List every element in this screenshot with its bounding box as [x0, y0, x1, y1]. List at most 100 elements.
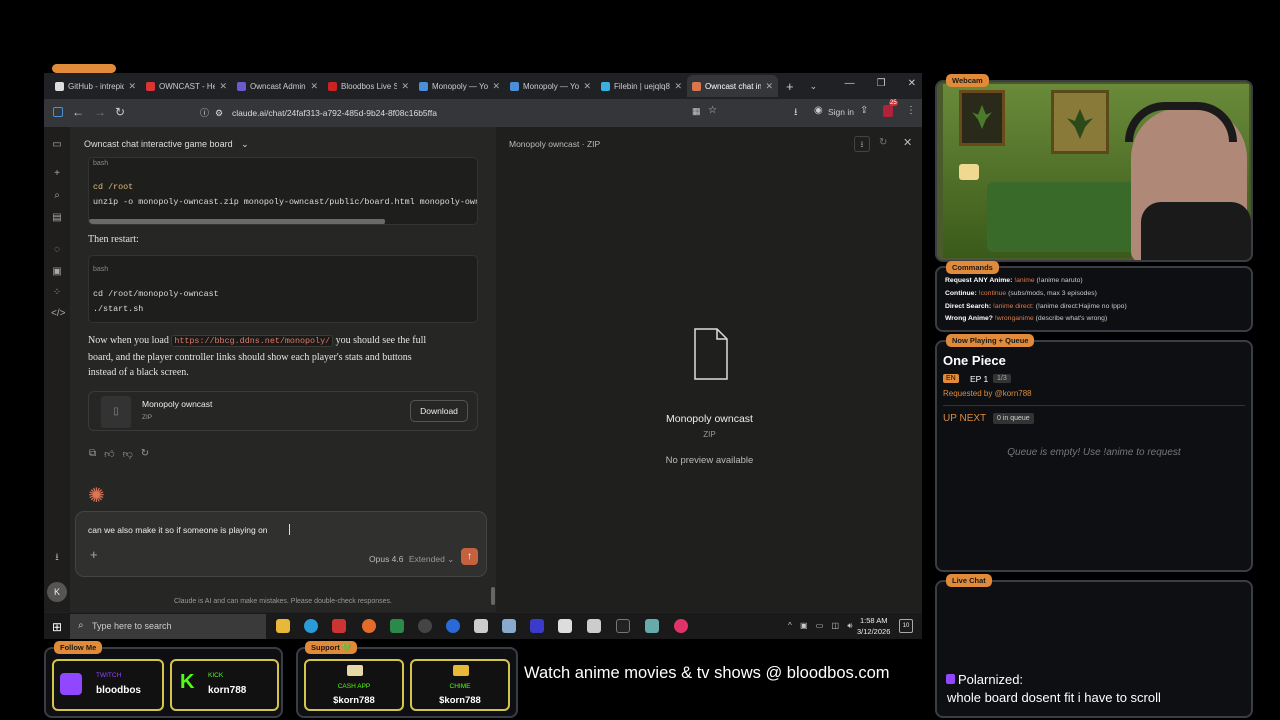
- apps-icon[interactable]: ⁘: [51, 287, 63, 299]
- search-icon[interactable]: ⌕: [51, 190, 63, 202]
- terminal-icon[interactable]: [616, 619, 630, 633]
- url-field[interactable]: ⓘ ⚙ claude.ai/chat/24faf313-a792-485d-9b…: [194, 105, 684, 122]
- browser-tab[interactable]: Owncast chat inter✕: [687, 75, 778, 97]
- tab-favicon-icon: [601, 81, 610, 91]
- link-code[interactable]: https://bbcg.ddns.net/monopoly/: [171, 335, 334, 347]
- browser-tab[interactable]: Monopoly — Your✕: [505, 75, 596, 97]
- app-icon[interactable]: [332, 619, 346, 633]
- app-icon[interactable]: [474, 619, 488, 633]
- tab-title: OWNCAST - Hetzne: [159, 81, 216, 91]
- browser-tab[interactable]: Owncast Admin ✕: [232, 75, 323, 97]
- obs-icon[interactable]: [418, 619, 432, 633]
- model-mode: Extended: [408, 554, 445, 564]
- vertical-scrollbar[interactable]: [491, 587, 495, 605]
- tray-icons[interactable]: ^ ▣ ▭ ◫ 🔊︎: [788, 621, 855, 631]
- notification-badge[interactable]: 10: [899, 619, 913, 633]
- follow-panel: TWITCH bloodbos K KICK korn788: [44, 647, 283, 718]
- firefox-icon[interactable]: [362, 619, 376, 633]
- command-label: Continue:: [945, 289, 977, 297]
- download-app-icon[interactable]: ⭳: [51, 552, 63, 564]
- chat-title-dropdown[interactable]: Owncast chat interactive game board ⌄: [84, 139, 249, 150]
- bookmark-star-icon[interactable]: ☆: [708, 105, 717, 116]
- browser-tab[interactable]: OWNCAST - Hetzne✕: [141, 75, 232, 97]
- cashapp-card[interactable]: CASH APP $korn788: [304, 659, 404, 711]
- close-tab-icon[interactable]: ✕: [310, 81, 318, 92]
- refresh-icon[interactable]: ↻: [879, 137, 887, 148]
- chats-icon[interactable]: ◌: [51, 244, 63, 256]
- forward-icon[interactable]: →: [94, 105, 106, 119]
- copy-icon[interactable]: ⧉: [89, 448, 96, 460]
- share-icon[interactable]: ⇪: [860, 105, 868, 116]
- retry-icon[interactable]: ↻: [141, 448, 149, 460]
- menu-icon[interactable]: ⋮: [906, 105, 916, 116]
- projects-icon[interactable]: ▤: [51, 212, 63, 224]
- chat-input-text[interactable]: can we also make it so if someone is pla…: [88, 525, 268, 535]
- tab-list-chevron-icon[interactable]: ⌄: [810, 81, 818, 92]
- app-icon[interactable]: [446, 619, 460, 633]
- app-icon[interactable]: [530, 619, 544, 633]
- download-icon[interactable]: ⭳: [854, 136, 870, 152]
- user-avatar[interactable]: K: [47, 582, 67, 602]
- browser-tab[interactable]: Monopoly — Your✕: [414, 75, 505, 97]
- code-icon[interactable]: </>: [51, 308, 65, 320]
- sidebar-toggle-icon[interactable]: [53, 107, 63, 117]
- new-chat-icon[interactable]: +: [51, 168, 63, 180]
- close-artifact-icon[interactable]: ✕: [903, 136, 912, 149]
- close-tab-icon[interactable]: ✕: [128, 81, 136, 92]
- close-tab-icon[interactable]: ✕: [219, 81, 227, 92]
- app-icon[interactable]: [502, 619, 516, 633]
- file-attachment-card[interactable]: ▯ Monopoly owncast ZIP Download: [88, 391, 478, 431]
- command-row: Wrong Anime? !wronganime (describe what'…: [945, 315, 1107, 322]
- twitch-card[interactable]: TWITCH bloodbos: [52, 659, 164, 711]
- close-tab-icon[interactable]: ✕: [583, 81, 591, 92]
- browser-tab[interactable]: Filebin | uejqlq8mz ✕: [596, 75, 687, 97]
- reload-icon[interactable]: ↻: [115, 105, 125, 119]
- close-tab-icon[interactable]: ✕: [492, 81, 500, 92]
- app-icon[interactable]: [587, 619, 601, 633]
- windows-start-icon[interactable]: ⊞: [52, 620, 62, 634]
- translate-icon[interactable]: ▦: [692, 106, 701, 117]
- chime-card[interactable]: CHIME $korn788: [410, 659, 510, 711]
- send-button[interactable]: ↑: [461, 548, 478, 565]
- horizontal-scrollbar[interactable]: [89, 219, 385, 224]
- settings-icon[interactable]: ⚙: [215, 105, 223, 122]
- file-explorer-icon[interactable]: [276, 619, 290, 633]
- new-tab-icon[interactable]: +: [786, 79, 794, 94]
- minimize-icon[interactable]: —: [845, 78, 855, 89]
- close-window-icon[interactable]: ✕: [908, 78, 916, 89]
- artifacts-icon[interactable]: ▣: [51, 266, 63, 278]
- now-playing-tag: Now Playing + Queue: [946, 334, 1035, 347]
- chat-input-box[interactable]: can we also make it so if someone is pla…: [75, 511, 487, 577]
- app-icon[interactable]: [674, 619, 688, 633]
- sign-in-button[interactable]: Sign in: [828, 107, 854, 117]
- downloads-icon[interactable]: ⭳: [794, 105, 798, 122]
- close-tab-icon[interactable]: ✕: [401, 81, 409, 92]
- restore-icon[interactable]: ❐: [877, 78, 886, 89]
- extension-icon[interactable]: [883, 105, 893, 117]
- back-icon[interactable]: ←: [72, 105, 84, 119]
- kick-card[interactable]: K KICK korn788: [170, 659, 279, 711]
- episode-progress: 1/3: [993, 374, 1011, 383]
- attach-plus-icon[interactable]: +: [90, 547, 98, 562]
- site-info-icon[interactable]: ⓘ: [200, 105, 209, 122]
- edge-icon[interactable]: [304, 619, 318, 633]
- tab-favicon-icon: [55, 81, 64, 91]
- app-icon[interactable]: [390, 619, 404, 633]
- code-line: ./start.sh: [93, 304, 144, 314]
- taskbar-search-box[interactable]: ⌕ Type here to search: [70, 614, 266, 639]
- download-button[interactable]: Download: [410, 400, 468, 422]
- sidebar-icon[interactable]: ▭: [51, 139, 63, 151]
- poster-image: [959, 90, 1005, 146]
- hoodie-image: [1141, 202, 1251, 260]
- close-tab-icon[interactable]: ✕: [765, 81, 773, 92]
- thumbs-down-icon[interactable]: 👎︎: [123, 448, 133, 460]
- thumbs-up-icon[interactable]: 👍︎: [104, 448, 114, 460]
- browser-tab[interactable]: GitHub - intrepidco✕: [50, 75, 141, 97]
- browser-tab[interactable]: Bloodbos Live Strea✕: [323, 75, 414, 97]
- app-icon[interactable]: [558, 619, 572, 633]
- profile-icon[interactable]: ◉: [814, 105, 823, 116]
- close-tab-icon[interactable]: ✕: [674, 81, 682, 92]
- app-icon[interactable]: [645, 619, 659, 633]
- website-banner: Watch anime movies & tv shows @ bloodbos…: [524, 664, 890, 682]
- model-selector[interactable]: Opus 4.6 Extended ⌄: [369, 554, 454, 565]
